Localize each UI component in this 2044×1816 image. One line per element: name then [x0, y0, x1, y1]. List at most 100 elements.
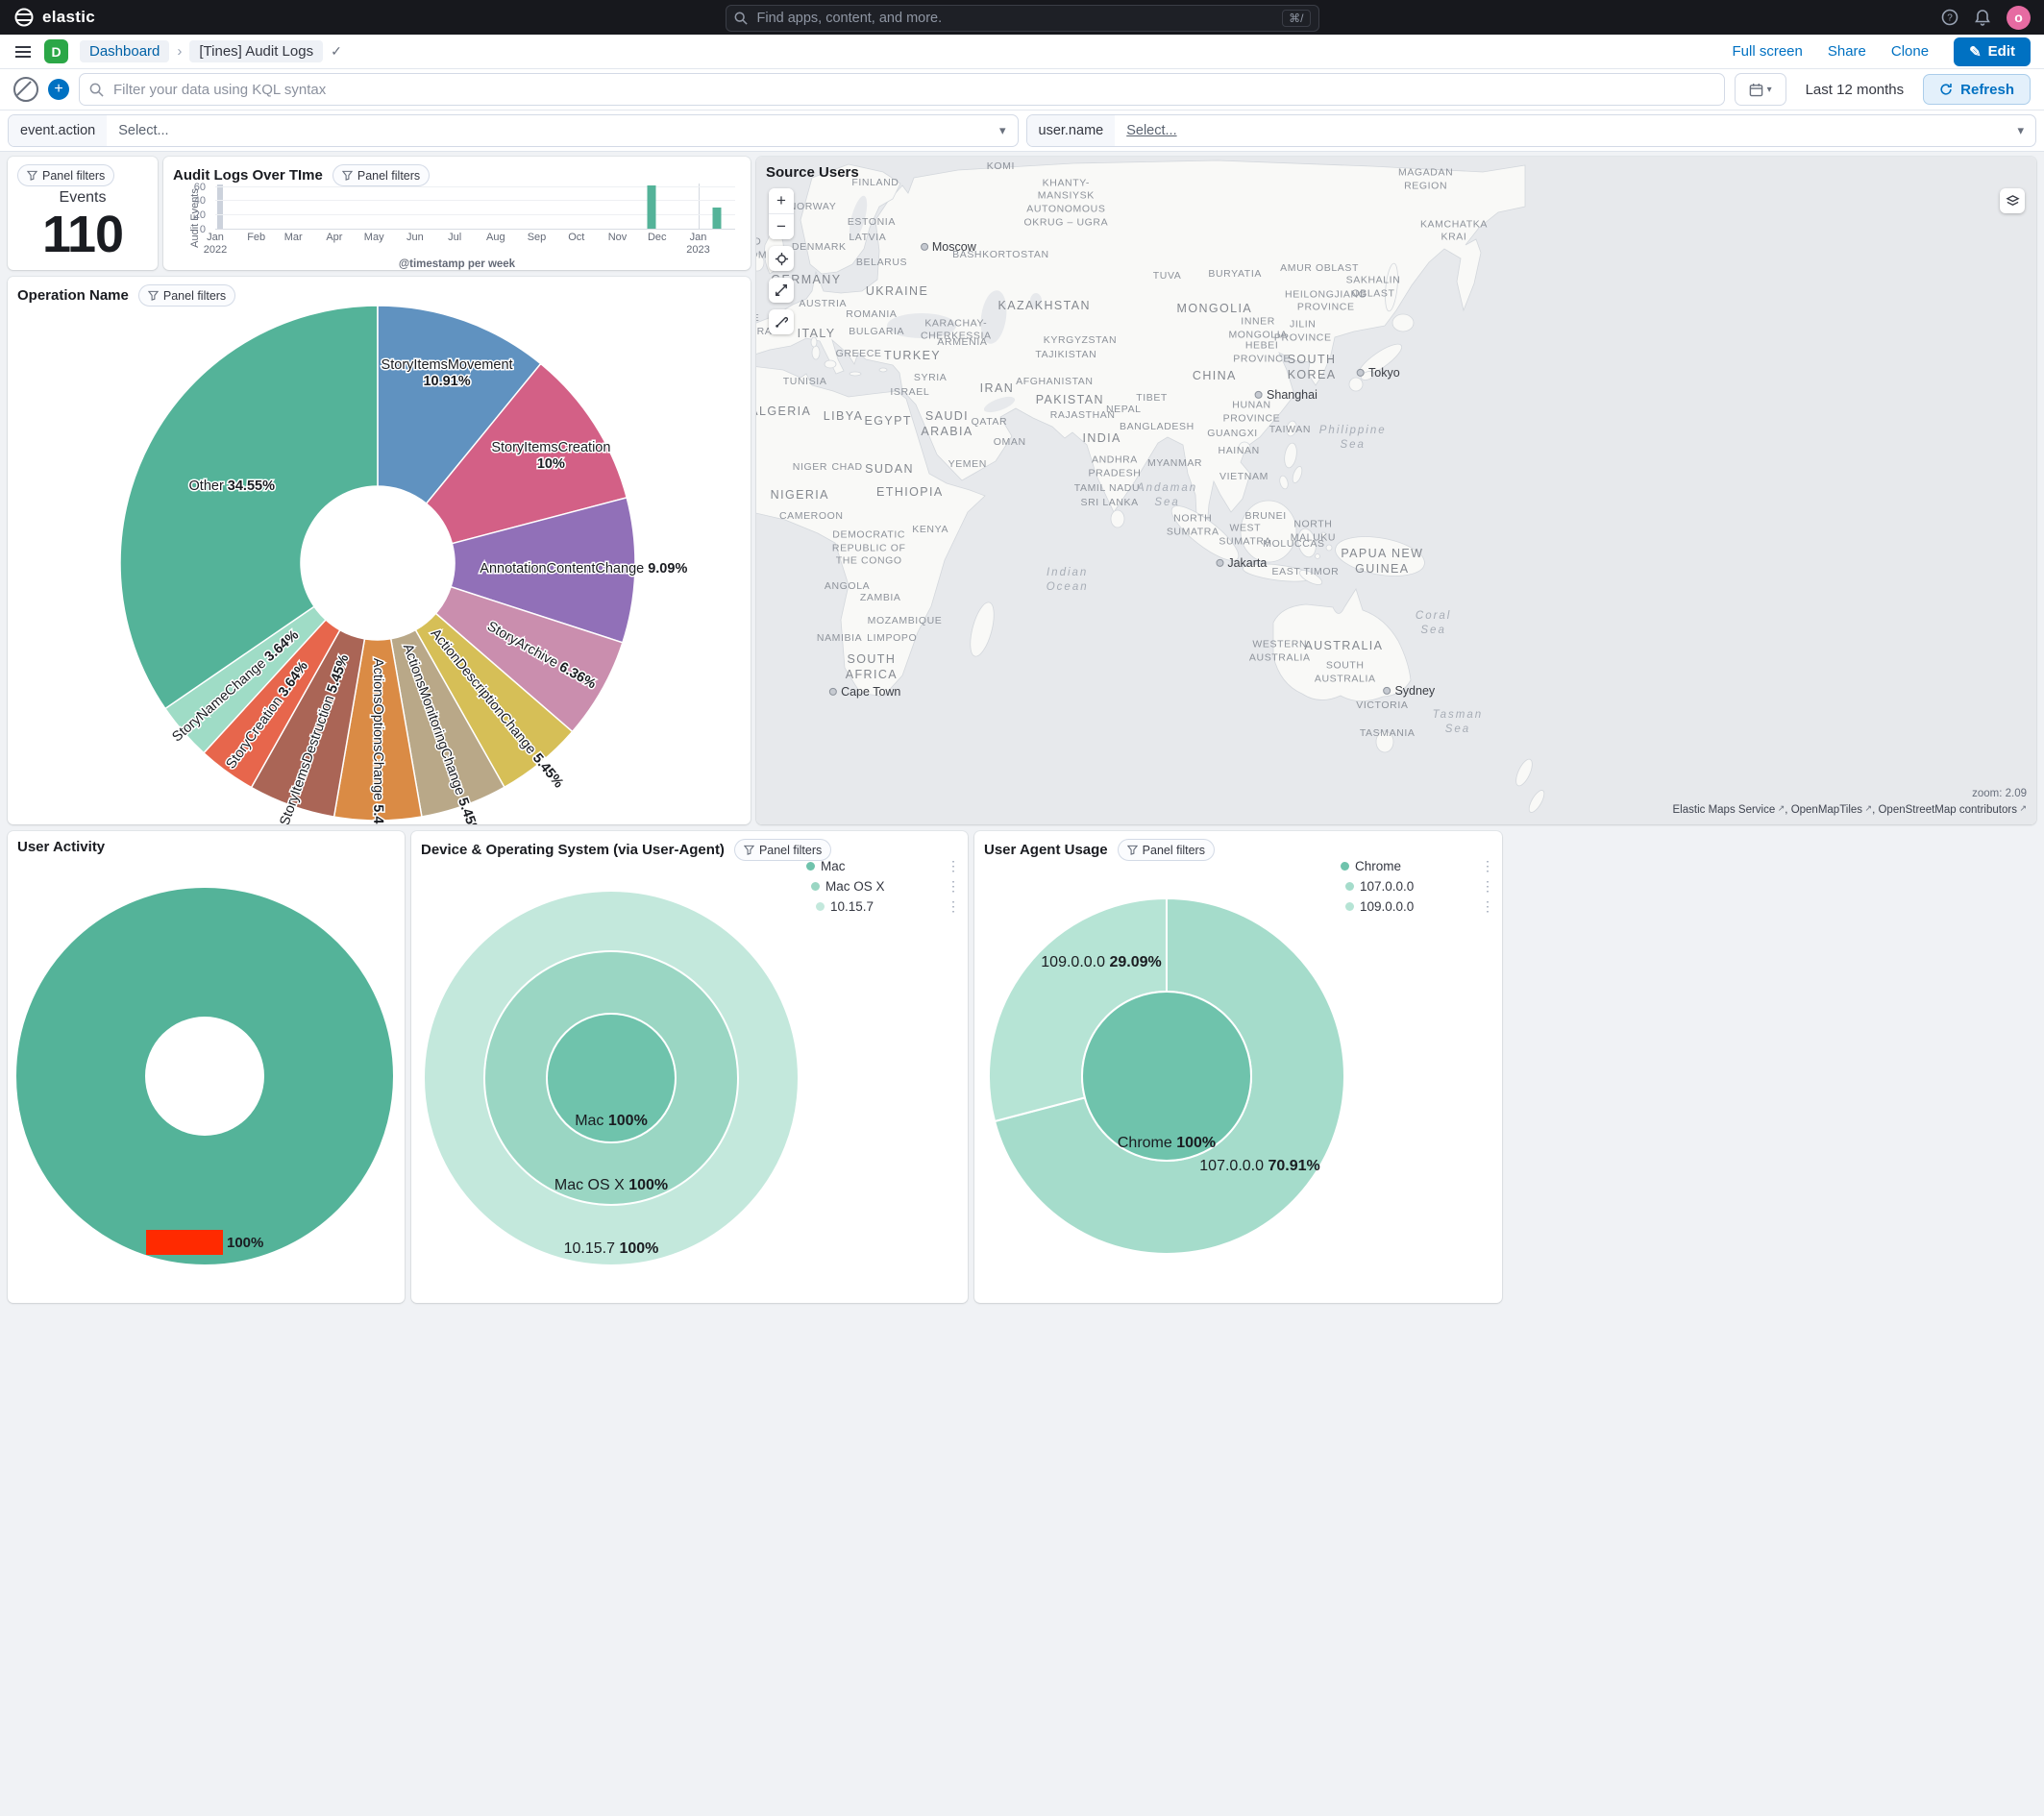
kql-input[interactable] [111, 81, 1714, 99]
map-label-brunei: BRUNEI [1244, 510, 1286, 524]
bar-2022-11-27[interactable] [648, 185, 656, 229]
control-value[interactable]: Select... [107, 123, 180, 138]
panel-title: Device & Operating System (via User-Agen… [421, 842, 725, 858]
map-label-nigeria: NIGERIA [771, 487, 829, 503]
city-dot [1216, 559, 1223, 567]
legend-item-107.0.0.0[interactable]: 107.0.0.0⋮ [1341, 878, 1494, 895]
kql-search[interactable] [79, 73, 1725, 106]
x-axis-title: @timestamp per week [163, 258, 751, 270]
map-draw-tools-button[interactable] [769, 309, 794, 334]
pie-label-Other: Other 34.55% [188, 479, 275, 494]
map-label-vietnam: VIETNAM [1219, 471, 1268, 484]
elastic-logo[interactable]: elastic [13, 7, 95, 28]
global-search-input[interactable] [755, 10, 1275, 27]
control-event-action[interactable]: event.action Select... ▾ [8, 114, 1019, 147]
city-dot [921, 243, 928, 251]
control-label: user.name [1027, 115, 1116, 146]
legend-options-icon[interactable]: ⋮ [947, 898, 960, 915]
notifications-icon[interactable] [1974, 9, 1991, 26]
panel-filters-badge[interactable]: Panel filters [17, 164, 114, 186]
map-label-south-australia: SOUTH AUSTRALIA [1315, 660, 1376, 686]
control-label: event.action [9, 115, 107, 146]
legend-options-icon[interactable]: ⋮ [947, 858, 960, 874]
metric-value: 110 [8, 207, 158, 263]
legend-options-icon[interactable]: ⋮ [1481, 858, 1494, 874]
map-label-tasman-sea: Tasman Sea [1433, 708, 1484, 737]
legend-item-Mac OS X[interactable]: Mac OS X⋮ [806, 878, 960, 895]
map-label-australia: AUSTRALIA [1304, 638, 1383, 653]
user-avatar[interactable]: o [2007, 6, 2031, 30]
header-actions: ? o [1941, 6, 2031, 30]
map-label-bangladesh: BANGLADESH [1120, 421, 1194, 434]
full-screen-button[interactable]: Full screen [1732, 43, 1802, 60]
map-label-israel: ISRAEL [890, 386, 929, 400]
city-dot [1255, 391, 1263, 399]
panel-filters-badge[interactable]: Panel filters [1118, 839, 1215, 861]
legend-dot [1341, 862, 1349, 871]
map-label-south-korea: SOUTH KOREA [1288, 352, 1337, 383]
breadcrumb-check-icon[interactable]: ✓ [331, 43, 342, 60]
x-tick-label: Feb [247, 232, 265, 244]
map-label-khanty--mansiysk-autonomous-okrug-–-ugra: KHANTY- MANSIYSK AUTONOMOUS OKRUG – UGRA [1023, 177, 1108, 230]
map-label-inner-mongolia: INNER MONGOLIA [1228, 316, 1287, 342]
map-label-east-timor: EAST TIMOR [1272, 566, 1340, 579]
map-label-latvia: LATVIA [849, 232, 886, 245]
map-label-greece: GREECE [836, 348, 882, 361]
date-picker-button[interactable]: ▾ [1735, 73, 1786, 106]
attribution-link[interactable]: Elastic Maps Service [1673, 804, 1776, 816]
refresh-button[interactable]: Refresh [1923, 74, 2031, 105]
legend-item-10.15.7[interactable]: 10.15.7⋮ [806, 898, 960, 915]
legend-options-icon[interactable]: ⋮ [1481, 878, 1494, 895]
set-view-button[interactable] [769, 246, 794, 271]
toolbar-actions: Full screen Share Clone ✎Edit [1732, 37, 2031, 66]
map-label-moluccas: MOLUCCAS [1263, 538, 1324, 552]
panel-title: User Activity [17, 839, 105, 855]
menu-icon[interactable] [13, 42, 33, 61]
breadcrumb-page-title[interactable]: [Tines] Audit Logs [189, 40, 323, 62]
bar-2023-01-15[interactable] [712, 208, 721, 229]
edit-button[interactable]: ✎Edit [1954, 37, 2031, 66]
help-icon[interactable]: ? [1941, 9, 1958, 26]
city-dot [1383, 687, 1391, 695]
map-label-democratic-republic-of-the-congo: DEMOCRATIC REPUBLIC OF THE CONGO [832, 528, 906, 568]
panel-filters-badge[interactable]: Panel filters [138, 284, 235, 307]
chevron-down-icon: ▾ [1767, 85, 1772, 95]
space-badge[interactable]: D [44, 39, 68, 63]
control-user-name[interactable]: user.name Select... ▾ [1026, 114, 2037, 147]
map-label-andaman-sea: Andaman Sea [1137, 481, 1197, 510]
panel-filters-badge[interactable]: Panel filters [332, 164, 430, 186]
global-search[interactable]: ⌘/ [726, 5, 1319, 32]
map-label-magadan-region: MAGADAN REGION [1398, 167, 1453, 193]
time-range-value[interactable]: Last 12 months [1806, 82, 1905, 98]
control-value[interactable]: Select... [1115, 123, 1188, 138]
edit-button-label: Edit [1988, 43, 2015, 60]
share-button[interactable]: Share [1828, 43, 1866, 60]
attribution-link[interactable]: OpenStreetMap contributors [1878, 804, 2016, 816]
fit-to-data-button[interactable] [769, 278, 794, 303]
plot-area[interactable] [215, 184, 735, 230]
legend-options-icon[interactable]: ⋮ [1481, 898, 1494, 915]
map-label-karachay--cherkessia: KARACHAY- CHERKESSIA [921, 317, 992, 343]
zoom-in-button[interactable]: + [769, 188, 794, 213]
legend-item-109.0.0.0[interactable]: 109.0.0.0⋮ [1341, 898, 1494, 915]
legend-options-icon[interactable]: ⋮ [947, 878, 960, 895]
map-label-italy: ITALY [798, 326, 836, 341]
breadcrumb-dashboard[interactable]: Dashboard [80, 40, 169, 62]
legend-item-Chrome[interactable]: Chrome⋮ [1341, 858, 1494, 874]
filters-disabled-icon[interactable] [13, 77, 38, 102]
external-link-icon: ↗ [1862, 803, 1872, 813]
map-label-kenya: KENYA [912, 524, 948, 537]
dashboard-grid: Panel filters Events 110 Audit Logs Over… [0, 152, 2044, 1816]
map-label-cameroon: CAMEROON [779, 510, 844, 524]
clone-button[interactable]: Clone [1891, 43, 1929, 60]
attribution-link[interactable]: OpenMapTiles [1791, 804, 1862, 816]
map-attribution-links: Elastic Maps Service ↗, OpenMapTiles ↗, … [1673, 802, 2027, 819]
chart-legend: Mac⋮ Mac OS X⋮ 10.15.7⋮ [806, 858, 960, 915]
zoom-out-button[interactable]: − [769, 213, 794, 239]
legend-item-Mac[interactable]: Mac⋮ [806, 858, 960, 874]
map-label-saudi-arabia: SAUDI ARABIA [921, 408, 973, 440]
map-label-romania: ROMANIA [846, 308, 897, 322]
legend-dot [1345, 902, 1354, 911]
map-layers-button[interactable] [2000, 188, 2025, 213]
add-filter-button[interactable]: + [48, 79, 69, 100]
